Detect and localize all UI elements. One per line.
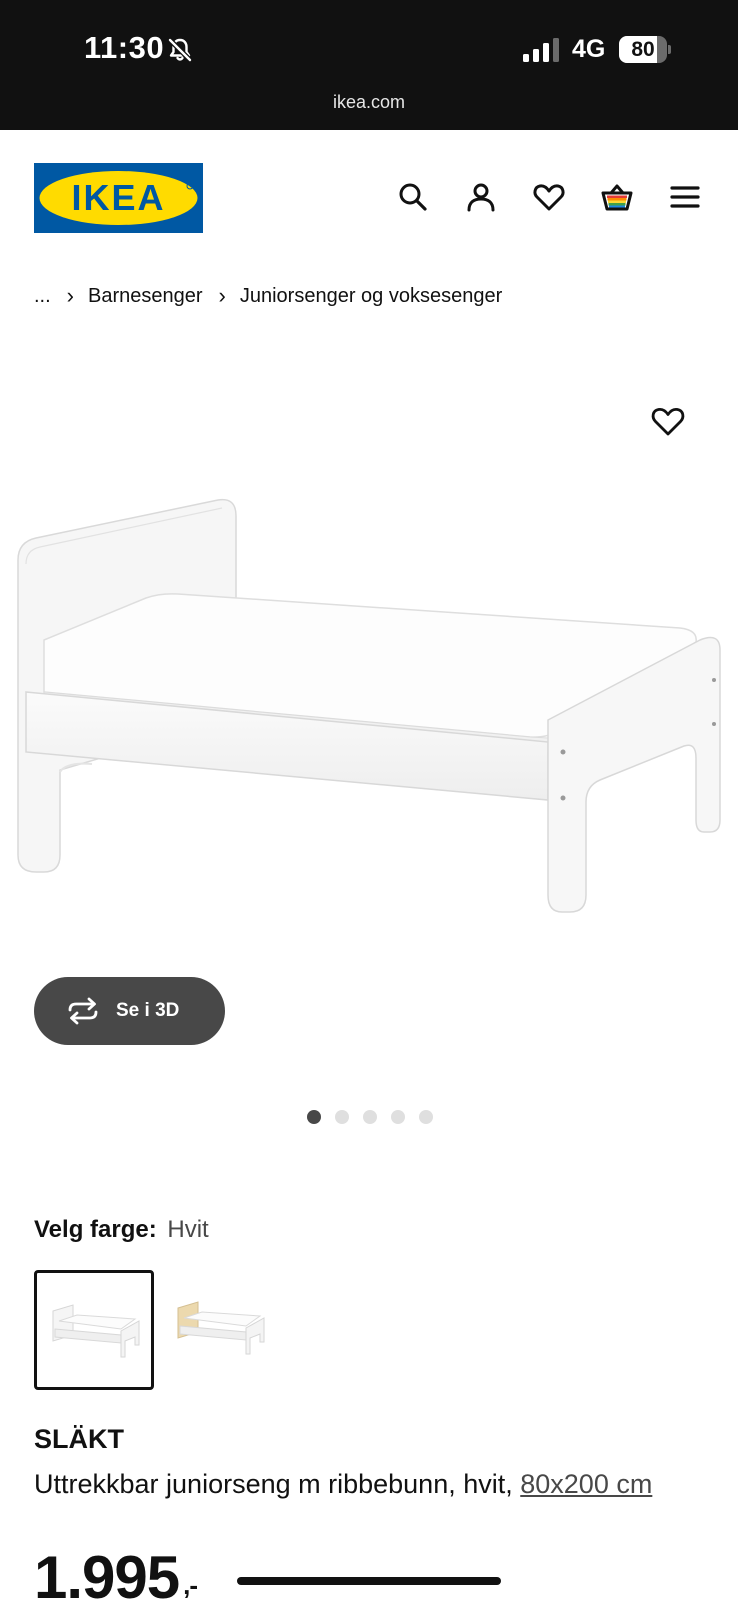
carousel-dot[interactable] xyxy=(335,1110,349,1124)
product-price: 1.995 ,- xyxy=(34,1548,198,1600)
product-description: Uttrekkbar juniorseng m ribbebunn, hvit,… xyxy=(34,1463,694,1505)
bell-muted-icon xyxy=(168,38,192,62)
logo-text: IKEA xyxy=(71,177,165,218)
color-value: Hvit xyxy=(167,1216,209,1243)
carousel-dot[interactable] xyxy=(363,1110,377,1124)
home-indicator[interactable] xyxy=(237,1577,501,1585)
status-time: 11:30 xyxy=(84,30,165,65)
view-3d-label: Se i 3D xyxy=(116,1000,180,1021)
color-selector-heading: Velg farge: Hvit xyxy=(34,1216,209,1244)
account-icon[interactable] xyxy=(464,180,498,214)
menu-icon[interactable] xyxy=(668,180,702,214)
favorite-heart-icon[interactable] xyxy=(650,403,686,439)
carousel-dot[interactable] xyxy=(307,1110,321,1124)
breadcrumb-ellipsis[interactable]: ... xyxy=(34,285,51,308)
carousel-dot[interactable] xyxy=(419,1110,433,1124)
product-name: SLÄKT xyxy=(34,1424,124,1454)
color-label: Velg farge: xyxy=(34,1216,157,1243)
carousel-dot[interactable] xyxy=(391,1110,405,1124)
product-image[interactable] xyxy=(0,480,738,980)
heart-icon[interactable] xyxy=(532,180,566,214)
breadcrumb: ... › Barnesenger › Juniorsenger og voks… xyxy=(34,281,502,311)
network-type: 4G xyxy=(572,35,606,63)
cart-icon[interactable] xyxy=(600,180,634,214)
url-bar[interactable]: ikea.com xyxy=(0,92,738,113)
swatch-thumbnail-birch xyxy=(177,1301,265,1355)
color-swatch-white[interactable] xyxy=(34,1270,154,1390)
price-value: 1.995 xyxy=(34,1544,180,1600)
rotate-3d-icon xyxy=(68,997,98,1025)
view-3d-button[interactable]: Se i 3D xyxy=(34,977,225,1045)
breadcrumb-separator: › xyxy=(66,283,74,308)
price-suffix: ,- xyxy=(183,1570,198,1600)
search-icon[interactable] xyxy=(396,180,430,214)
carousel-indicator xyxy=(307,1110,433,1124)
product-description-text: Uttrekkbar juniorseng m ribbebunn, hvit, xyxy=(34,1469,521,1499)
status-bar: 11:30 4G 80 ikea.com xyxy=(0,0,738,130)
breadcrumb-separator: › xyxy=(218,283,226,308)
signal-icon xyxy=(523,38,559,62)
breadcrumb-item-juniorsenger[interactable]: Juniorsenger og voksesenger xyxy=(240,285,502,308)
battery-icon: 80 xyxy=(619,36,671,63)
battery-percent: 80 xyxy=(631,38,655,61)
product-size-link[interactable]: 80x200 cm xyxy=(520,1469,652,1499)
color-swatch-birch[interactable] xyxy=(162,1270,282,1390)
ikea-logo[interactable]: IKEA xyxy=(34,163,203,233)
swatch-thumbnail-white xyxy=(52,1304,140,1358)
breadcrumb-item-barnesenger[interactable]: Barnesenger xyxy=(88,285,203,308)
